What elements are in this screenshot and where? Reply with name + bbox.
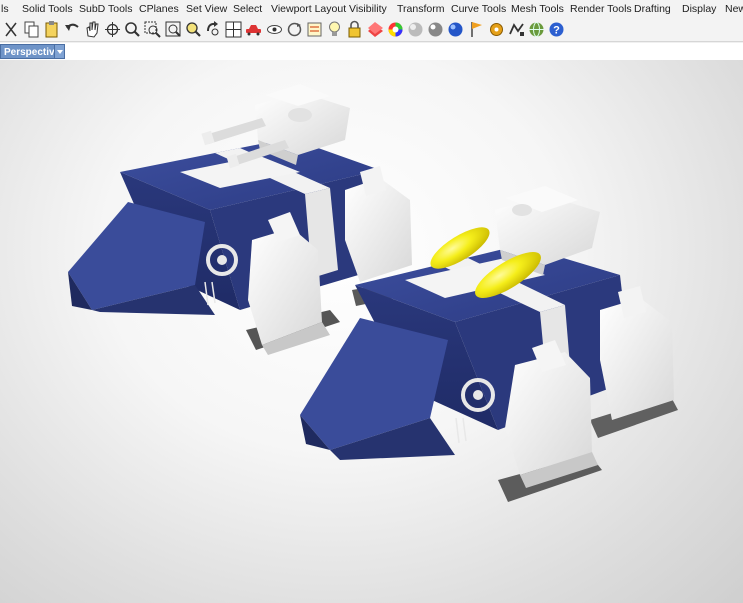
tab-curve-tools[interactable]: Curve Tools — [451, 3, 506, 15]
rotate-view-icon[interactable] — [102, 19, 123, 40]
perspective-viewport[interactable] — [0, 60, 743, 603]
tab-select[interactable]: Select — [233, 3, 262, 15]
undo-view-icon[interactable] — [203, 19, 224, 40]
tab-cplanes[interactable]: CPlanes — [139, 3, 179, 15]
viewport-header: Perspective — [0, 43, 743, 60]
sphere-gray-icon[interactable] — [405, 19, 426, 40]
tab-transform[interactable]: Transform — [397, 3, 444, 15]
layer-paint-icon[interactable] — [365, 19, 386, 40]
svg-text:?: ? — [554, 25, 561, 37]
padlock-icon[interactable] — [344, 19, 365, 40]
rendered-model — [68, 84, 678, 502]
chevron-down-icon[interactable] — [54, 45, 64, 58]
pan-hand-icon[interactable] — [82, 19, 103, 40]
tab-drafting[interactable]: Drafting — [634, 3, 671, 15]
tab-render-tools[interactable]: Render Tools — [570, 3, 632, 15]
ribbon-tabs: ls Solid Tools SubD Tools CPlanes Set View Se… — [0, 0, 743, 18]
light-bulb-icon[interactable] — [324, 19, 345, 40]
flag-icon[interactable] — [466, 19, 487, 40]
color-wheel-icon[interactable] — [385, 19, 406, 40]
cut-icon[interactable] — [1, 19, 22, 40]
tab-viewport-layout[interactable]: Viewport Layout — [271, 3, 346, 15]
eye-icon[interactable] — [264, 19, 285, 40]
gear-icon[interactable] — [486, 19, 507, 40]
globe-icon[interactable] — [526, 19, 547, 40]
tab-subd-tools[interactable]: SubD Tools — [79, 3, 133, 15]
tab-ls[interactable]: ls — [1, 3, 9, 15]
paste-icon[interactable] — [41, 19, 62, 40]
help-icon[interactable]: ? — [546, 19, 567, 40]
circle-arrow-icon[interactable] — [284, 19, 305, 40]
blue-sphere-icon[interactable] — [445, 19, 466, 40]
zoom-icon[interactable] — [122, 19, 143, 40]
left-tank — [68, 84, 414, 355]
viewport-tab-perspective[interactable]: Perspective — [0, 44, 65, 59]
tab-display[interactable]: Display — [682, 3, 716, 15]
tab-visibility[interactable]: Visibility — [349, 3, 387, 15]
viewport-label: Perspective — [4, 47, 61, 58]
undo-icon[interactable] — [62, 19, 83, 40]
tab-set-view[interactable]: Set View — [186, 3, 227, 15]
properties-icon[interactable] — [304, 19, 325, 40]
tab-solid-tools[interactable]: Solid Tools — [22, 3, 73, 15]
zoom-window-icon[interactable] — [142, 19, 163, 40]
copy-icon[interactable] — [21, 19, 42, 40]
grasshopper-icon[interactable] — [506, 19, 527, 40]
render-sphere-icon[interactable] — [425, 19, 446, 40]
toolbar: ? — [0, 18, 743, 42]
four-viewports-icon[interactable] — [223, 19, 244, 40]
zoom-extents-icon[interactable] — [163, 19, 184, 40]
car-icon[interactable] — [243, 19, 264, 40]
tab-new[interactable]: New — [725, 3, 743, 15]
tab-mesh-tools[interactable]: Mesh Tools — [511, 3, 564, 15]
zoom-selected-icon[interactable] — [183, 19, 204, 40]
